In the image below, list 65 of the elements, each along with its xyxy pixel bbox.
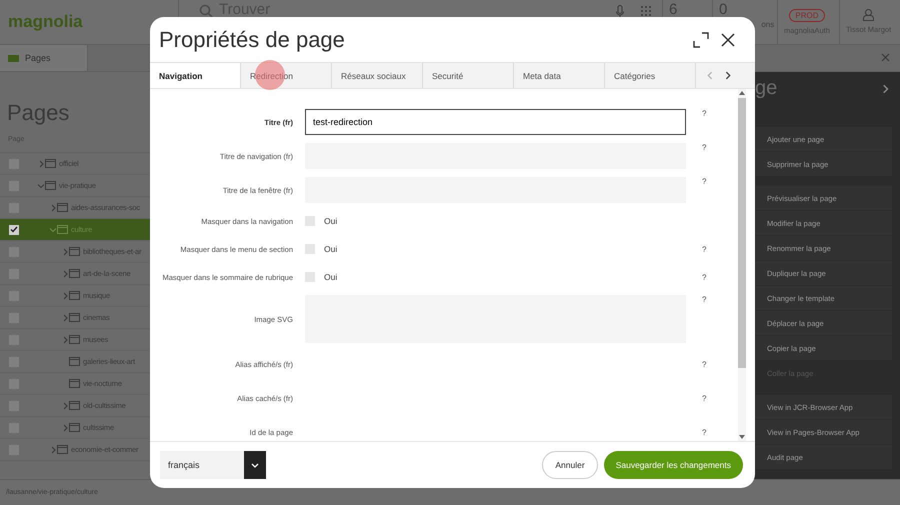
page-icon <box>69 335 80 344</box>
expand-icon[interactable] <box>61 402 69 410</box>
microphone-icon[interactable] <box>616 5 624 18</box>
page-icon <box>69 247 80 256</box>
checkbox[interactable] <box>305 272 315 282</box>
cancel-button[interactable]: Annuler <box>542 451 598 479</box>
scrollbar[interactable] <box>738 89 746 441</box>
help-icon[interactable]: ? <box>698 109 706 118</box>
expand-icon[interactable] <box>61 270 69 278</box>
checkbox[interactable] <box>305 244 315 254</box>
expand-icon[interactable] <box>61 292 69 300</box>
collapse-icon[interactable] <box>37 182 45 190</box>
checkbox-label: Oui <box>324 272 338 282</box>
checkbox-label: Oui <box>324 244 338 254</box>
app-tab[interactable]: Pages <box>0 45 88 71</box>
expand-icon[interactable] <box>49 446 57 454</box>
save-button[interactable]: Sauvegarder les changements <box>604 451 743 479</box>
pages-icon <box>8 54 19 62</box>
language-select[interactable]: français <box>160 451 266 479</box>
chevron-left-icon[interactable] <box>706 71 715 80</box>
help-icon[interactable]: ? <box>698 177 706 186</box>
collapse-icon[interactable] <box>49 226 57 234</box>
expand-icon[interactable] <box>61 248 69 256</box>
expand-icon[interactable] <box>61 314 69 322</box>
page-icon <box>69 313 80 322</box>
expand-icon[interactable] <box>49 204 57 212</box>
actions-title: ge <box>755 77 778 100</box>
grid-icon[interactable] <box>640 5 652 17</box>
user-icon <box>863 9 874 21</box>
page-icon <box>69 357 80 366</box>
page-icon <box>45 181 56 190</box>
environment-badge: PROD <box>789 9 824 22</box>
page-icon <box>57 445 68 454</box>
page-icon <box>69 423 80 432</box>
help-icon[interactable]: ? <box>698 360 706 368</box>
checkbox[interactable] <box>305 216 315 226</box>
row-checkbox[interactable] <box>9 224 19 234</box>
help-icon[interactable]: ? <box>698 143 706 152</box>
help-icon[interactable]: ? <box>698 244 706 254</box>
text-field[interactable]: test-redirection <box>305 109 686 135</box>
page-icon <box>69 291 80 300</box>
help-icon[interactable]: ? <box>698 295 706 304</box>
help-icon[interactable]: ? <box>698 272 706 282</box>
page-icon <box>57 203 68 212</box>
dialog-title: Propriétés de page <box>159 26 346 52</box>
expand-icon[interactable] <box>37 160 45 168</box>
language-value: français <box>168 460 200 470</box>
chevron-right-icon[interactable] <box>723 71 732 80</box>
page-icon <box>69 401 80 410</box>
help-icon[interactable]: ? <box>698 428 706 436</box>
expand-icon[interactable] <box>61 336 69 344</box>
checkbox-label: Oui <box>324 216 338 226</box>
help-icon[interactable]: ? <box>698 394 706 402</box>
page-icon <box>69 269 80 278</box>
page-icon <box>69 379 80 388</box>
scroll-up-icon[interactable] <box>739 91 745 95</box>
caret-icon <box>251 462 259 468</box>
dialog-tab[interactable]: Navigation <box>150 63 241 88</box>
close-icon[interactable] <box>721 32 735 46</box>
page-icon <box>45 159 56 168</box>
page-icon <box>57 225 68 234</box>
expand-icon[interactable] <box>61 424 69 432</box>
scroll-down-icon[interactable] <box>739 435 745 439</box>
maximize-icon[interactable] <box>693 32 709 48</box>
search-icon <box>199 4 213 18</box>
